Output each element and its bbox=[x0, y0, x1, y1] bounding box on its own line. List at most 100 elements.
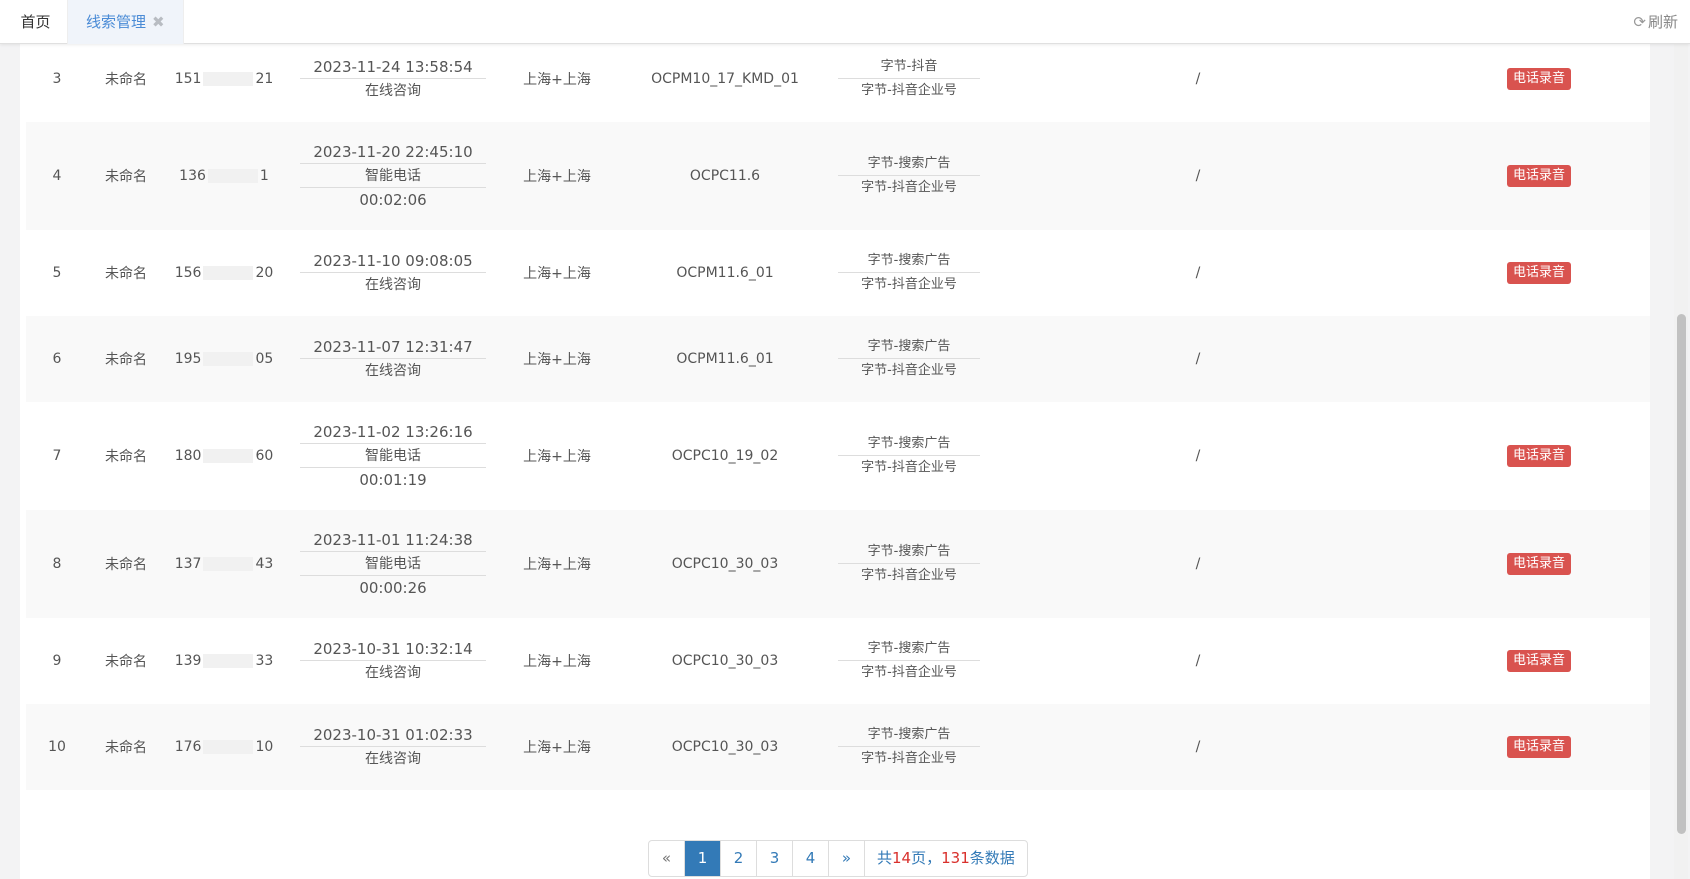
source-stack: 字节-搜索广告 字节-抖音企业号 bbox=[838, 152, 980, 200]
ad-plan: OCPC11.6 bbox=[689, 168, 761, 184]
lead-remark: / bbox=[1195, 739, 1201, 755]
cell-index: 4 bbox=[26, 122, 88, 230]
call-recording-button[interactable]: 电话录音 bbox=[1506, 165, 1571, 187]
lead-channel: 智能电话 bbox=[300, 164, 486, 188]
lead-name: 未命名 bbox=[105, 557, 147, 573]
row-index: 4 bbox=[52, 168, 62, 184]
cell-phone: 195 05 bbox=[164, 316, 284, 402]
table-row: 9 未命名 139 33 2023-10-31 10:32:14 在线咨询 上海+上海 OCP… bbox=[26, 618, 1650, 704]
lead-region: 上海+上海 bbox=[523, 740, 591, 756]
cell-time: 2023-11-10 09:08:05 在线咨询 bbox=[284, 230, 502, 316]
ad-plan: OCPC10_30_03 bbox=[671, 739, 779, 755]
call-recording-button[interactable]: 电话录音 bbox=[1506, 262, 1571, 284]
cell-region: 上海+上海 bbox=[502, 230, 612, 316]
cell-remark: / bbox=[968, 316, 1428, 402]
source-stack: 字节-搜索广告 字节-抖音企业号 bbox=[838, 335, 980, 383]
source-secondary: 字节-抖音企业号 bbox=[861, 180, 957, 195]
cell-index: 5 bbox=[26, 230, 88, 316]
table-row: 7 未命名 180 60 2023-11-02 13:26:16 智能电话 00:01:19… bbox=[26, 402, 1650, 510]
call-recording-button[interactable]: 电话录音 bbox=[1506, 68, 1571, 90]
table-row: 6 未命名 195 05 2023-11-07 12:31:47 在线咨询 上海+上海 OCP… bbox=[26, 316, 1650, 402]
phone-suffix: 60 bbox=[255, 448, 274, 464]
source-stack: 字节-搜索广告 字节-抖音企业号 bbox=[838, 723, 980, 771]
tab-home[interactable]: 首页 bbox=[4, 0, 68, 44]
cell-action: 电话录音 bbox=[1428, 704, 1650, 790]
source-primary: 字节-搜索广告 bbox=[838, 637, 980, 661]
cell-name: 未命名 bbox=[88, 618, 164, 704]
source-stack: 字节-搜索广告字节-抖音企业号 bbox=[838, 432, 980, 480]
close-icon[interactable]: ✖ bbox=[152, 13, 165, 31]
phone-suffix: 05 bbox=[255, 351, 274, 367]
lead-remark: / bbox=[1195, 265, 1201, 281]
lead-region: 上海+上海 bbox=[523, 72, 591, 88]
lead-name: 未命名 bbox=[105, 72, 147, 88]
phone-number: 176 10 bbox=[175, 739, 274, 755]
pager-page-3[interactable]: 3 bbox=[757, 841, 793, 876]
pagination: « 1 2 3 4 » 共14页，131条数据 bbox=[648, 840, 1028, 877]
table-row: 8 未命名 137 43 2023-11-01 11:24:38 智能电话 00:00:26… bbox=[26, 510, 1650, 618]
lead-time: 2023-10-31 10:32:14 bbox=[300, 637, 486, 661]
phone-prefix: 195 bbox=[174, 351, 202, 367]
lead-time: 2023-11-10 09:08:05 bbox=[300, 249, 486, 273]
lead-name: 未命名 bbox=[105, 169, 147, 185]
source-stack: 字节-抖音 字节-抖音企业号 bbox=[838, 55, 980, 103]
cell-action: 电话录音 bbox=[1428, 510, 1650, 618]
pager-page-4[interactable]: 4 bbox=[793, 841, 829, 876]
cell-phone: 156 20 bbox=[164, 230, 284, 316]
pager-summary: 共14页，131条数据 bbox=[865, 841, 1027, 876]
scrollbar-thumb[interactable] bbox=[1677, 314, 1686, 834]
cell-source: 字节-搜索广告 字节-抖音企业号 bbox=[838, 704, 980, 790]
row-index: 5 bbox=[52, 265, 62, 281]
cell-source: 字节-搜索广告字节-抖音企业号 bbox=[838, 510, 980, 618]
pager-next-button[interactable]: » bbox=[829, 841, 865, 876]
cell-action: 电话录音 bbox=[1428, 230, 1650, 316]
cell-phone: 137 43 bbox=[164, 510, 284, 618]
lead-channel: 在线咨询 bbox=[365, 277, 421, 293]
cell-region: 上海+上海 bbox=[502, 510, 612, 618]
call-recording-button[interactable]: 电话录音 bbox=[1506, 650, 1571, 672]
lead-remark: / bbox=[1195, 71, 1201, 87]
source-primary: 字节-搜索广告 bbox=[838, 540, 980, 564]
ad-plan: OCPC10_30_03 bbox=[671, 556, 779, 572]
tab-lead-management[interactable]: 线索管理 ✖ bbox=[68, 0, 184, 44]
tab-bar: 首页 线索管理 ✖ ⟳ 刷新 bbox=[0, 0, 1690, 44]
lead-region: 上海+上海 bbox=[523, 449, 591, 465]
cell-remark: / bbox=[968, 402, 1428, 510]
cell-name: 未命名 bbox=[88, 44, 164, 122]
lead-time: 2023-11-20 22:45:10 bbox=[300, 140, 486, 164]
lead-region: 上海+上海 bbox=[523, 352, 591, 368]
cell-name: 未命名 bbox=[88, 704, 164, 790]
tab-lead-management-label: 线索管理 bbox=[86, 13, 147, 31]
lead-region: 上海+上海 bbox=[523, 557, 591, 573]
cell-region: 上海+上海 bbox=[502, 704, 612, 790]
lead-time: 2023-11-07 12:31:47 bbox=[300, 335, 486, 359]
row-index: 6 bbox=[52, 351, 62, 367]
source-primary: 字节-搜索广告 bbox=[838, 432, 980, 456]
row-index: 8 bbox=[52, 556, 62, 572]
vertical-scrollbar[interactable] bbox=[1674, 44, 1688, 879]
call-recording-button[interactable]: 电话录音 bbox=[1506, 445, 1571, 467]
call-recording-button[interactable]: 电话录音 bbox=[1506, 553, 1571, 575]
refresh-button[interactable]: ⟳ 刷新 bbox=[1633, 0, 1678, 44]
phone-mask bbox=[203, 72, 254, 86]
source-secondary: 字节-抖音企业号 bbox=[861, 460, 957, 475]
cell-index: 8 bbox=[26, 510, 88, 618]
phone-suffix: 43 bbox=[255, 556, 274, 572]
time-stack: 2023-10-31 10:32:14 在线咨询 bbox=[300, 637, 486, 685]
source-secondary: 字节-抖音企业号 bbox=[861, 568, 957, 583]
pager-prev-button[interactable]: « bbox=[649, 841, 685, 876]
call-recording-button[interactable]: 电话录音 bbox=[1506, 736, 1571, 758]
cell-phone: 136 1 bbox=[164, 122, 284, 230]
phone-number: 156 20 bbox=[175, 265, 274, 281]
phone-number: 180 60 bbox=[175, 448, 274, 464]
lead-time: 2023-10-31 01:02:33 bbox=[300, 723, 486, 747]
lead-name: 未命名 bbox=[105, 740, 147, 756]
cell-index: 10 bbox=[26, 704, 88, 790]
time-stack: 2023-10-31 01:02:33 在线咨询 bbox=[300, 723, 486, 771]
lead-remark: / bbox=[1195, 351, 1201, 367]
pager-page-2[interactable]: 2 bbox=[721, 841, 757, 876]
pager-info-prefix: 共 bbox=[877, 849, 893, 867]
pager-page-1[interactable]: 1 bbox=[685, 841, 721, 876]
cell-name: 未命名 bbox=[88, 122, 164, 230]
phone-mask bbox=[203, 557, 254, 571]
